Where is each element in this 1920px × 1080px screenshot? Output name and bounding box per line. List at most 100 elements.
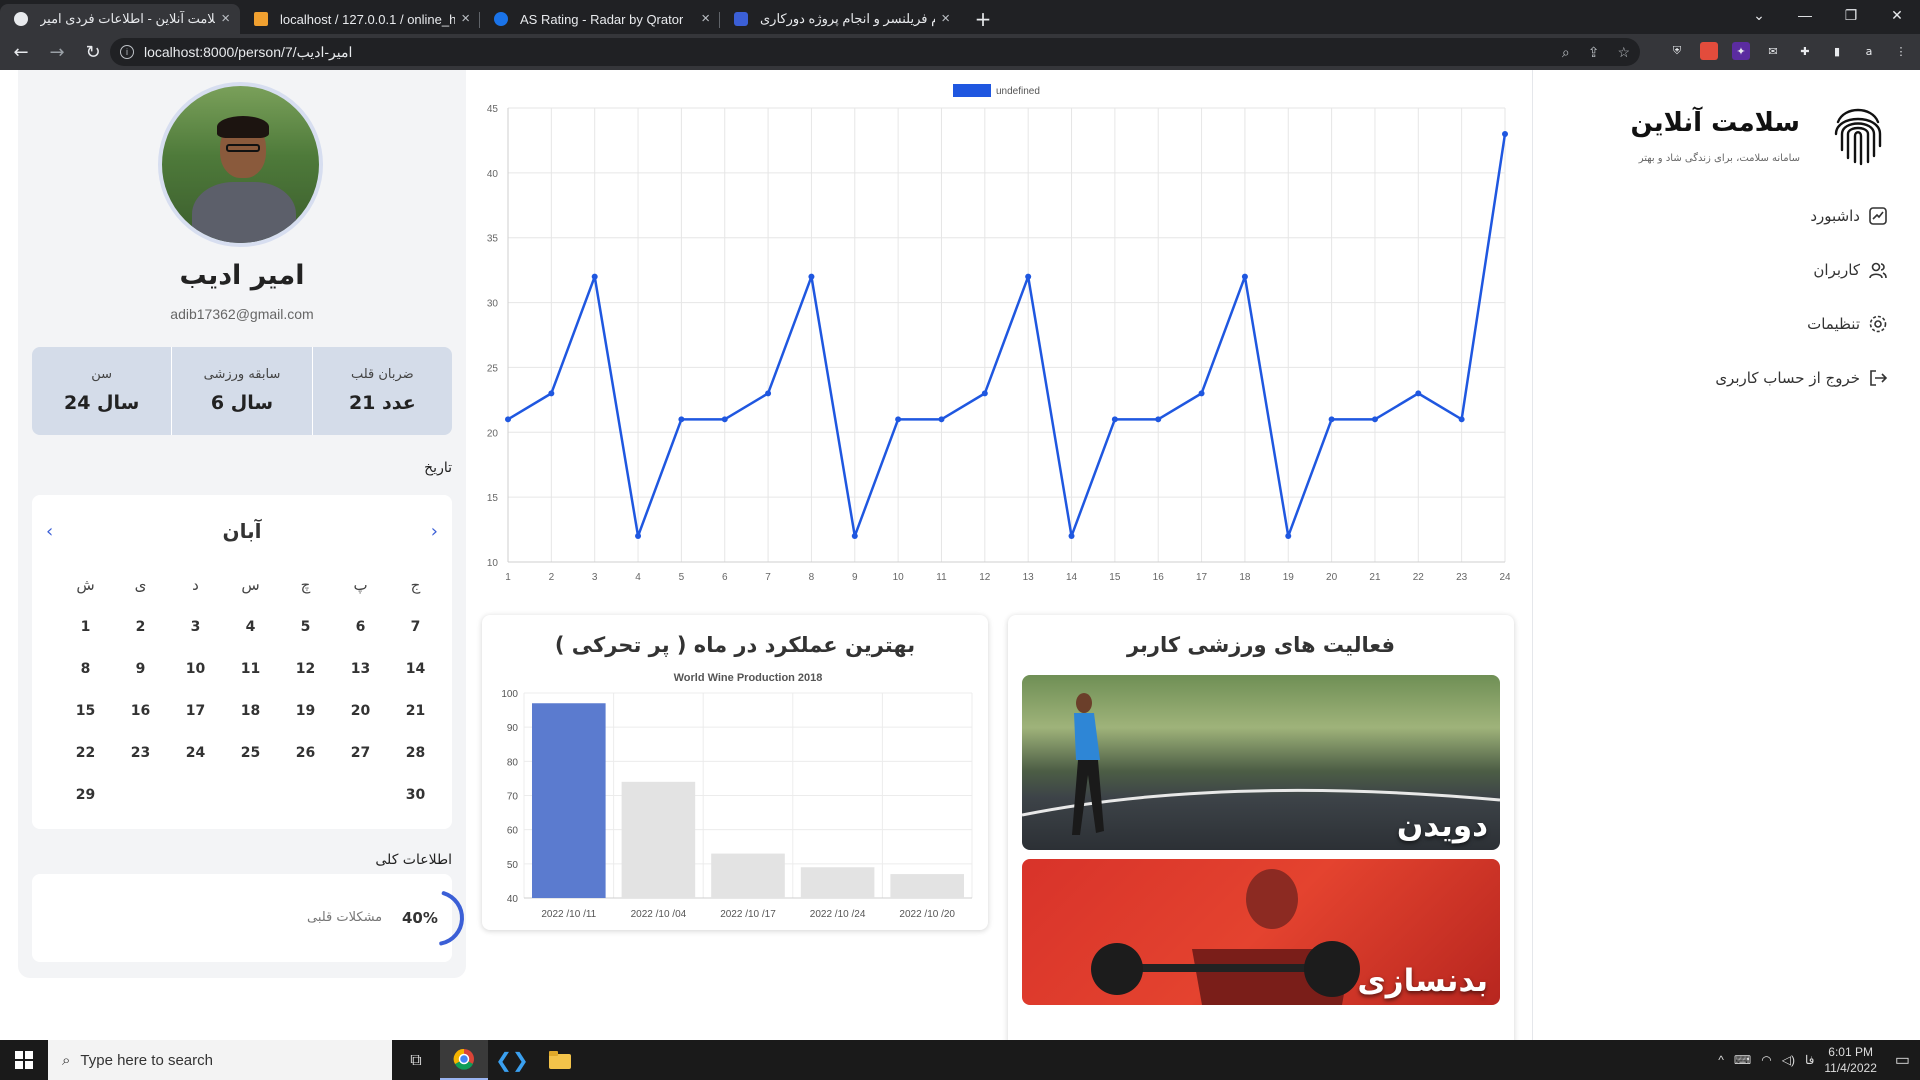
- bookmark-star-icon[interactable]: ☆: [1617, 44, 1630, 61]
- sidebar-item-settings[interactable]: تنظیمات: [1807, 314, 1888, 334]
- bar-chart-title: World Wine Production 2018: [674, 673, 823, 684]
- chevron-right-icon[interactable]: ›: [431, 521, 438, 542]
- data-point: [678, 416, 685, 423]
- volume-icon[interactable]: ◁): [1782, 1053, 1795, 1067]
- calendar-day[interactable]: 1: [58, 615, 113, 640]
- data-point: [1111, 416, 1118, 423]
- reload-icon[interactable]: ↻: [78, 37, 108, 67]
- system-tray: ^ ⌨ ◠ ◁) فا 6:01 PM 11/4/2022 ▭: [1718, 1040, 1910, 1080]
- network-icon[interactable]: ⌨: [1734, 1053, 1751, 1067]
- side-panel-icon[interactable]: ▮: [1828, 42, 1846, 60]
- close-tab-icon[interactable]: ×: [461, 10, 470, 27]
- restore-button[interactable]: ❐: [1828, 0, 1874, 30]
- browser-tab[interactable]: سلامت آنلاین - اطلاعات فردی امیر ×: [0, 4, 240, 34]
- calendar-day[interactable]: 26: [278, 741, 333, 766]
- calendar-day[interactable]: 11: [223, 657, 278, 682]
- calendar-day[interactable]: 29: [58, 783, 113, 808]
- language-indicator[interactable]: فا: [1805, 1053, 1814, 1067]
- mail-extension-icon[interactable]: ✉: [1764, 42, 1782, 60]
- sidebar-item-users[interactable]: کاربران: [1813, 260, 1888, 280]
- site-info-icon[interactable]: i: [120, 45, 134, 59]
- notifications-icon[interactable]: ▭: [1895, 1050, 1910, 1070]
- bar: [800, 867, 875, 898]
- calendar-day[interactable]: 20: [333, 699, 388, 724]
- shield-extension-icon[interactable]: ⛨: [1668, 42, 1686, 60]
- close-window-button[interactable]: ✕: [1874, 0, 1920, 30]
- close-tab-icon[interactable]: ×: [221, 10, 230, 27]
- calendar-day[interactable]: 23: [113, 741, 168, 766]
- running-image[interactable]: دویدن: [1022, 675, 1500, 850]
- calendar-day[interactable]: 16: [113, 699, 168, 724]
- browser-tab[interactable]: AS Rating - Radar by Qrator ×: [480, 4, 720, 34]
- file-explorer-icon[interactable]: [536, 1040, 584, 1080]
- chevron-up-icon[interactable]: ^: [1718, 1053, 1724, 1067]
- sidebar-item-logout[interactable]: خروج از حساب کاربری: [1715, 368, 1888, 388]
- bodybuilding-image[interactable]: بدنسازی: [1022, 859, 1500, 1005]
- browser-tab[interactable]: استخدام فریلنسر و انجام پروژه دورکاری ×: [720, 4, 960, 34]
- calendar-day[interactable]: 6: [333, 615, 388, 640]
- calendar-day[interactable]: 3: [168, 615, 223, 640]
- zoom-icon[interactable]: ⌕: [1562, 44, 1570, 61]
- kebab-menu-icon[interactable]: ⋮: [1892, 42, 1910, 60]
- wifi-icon[interactable]: ◠: [1761, 1053, 1771, 1067]
- calendar-day[interactable]: 21: [388, 699, 443, 724]
- close-tab-icon[interactable]: ×: [701, 10, 710, 27]
- calendar-day[interactable]: 18: [223, 699, 278, 724]
- calendar-day[interactable]: 25: [223, 741, 278, 766]
- taskbar-search-input[interactable]: ⌕ Type here to search: [48, 1040, 392, 1080]
- new-tab-button[interactable]: +: [968, 4, 998, 34]
- weekday-label: ش: [76, 576, 95, 594]
- minimize-button[interactable]: —: [1782, 0, 1828, 30]
- data-point: [895, 416, 902, 423]
- calendar-day[interactable]: 13: [333, 657, 388, 682]
- calendar-day[interactable]: 4: [223, 615, 278, 640]
- data-point: [1155, 416, 1162, 423]
- data-point: [981, 390, 988, 397]
- calendar-day[interactable]: 30: [388, 783, 443, 808]
- brand-title[interactable]: سلامت آنلاین: [1630, 108, 1800, 138]
- close-tab-icon[interactable]: ×: [941, 10, 950, 27]
- calendar-day[interactable]: 19: [278, 699, 333, 724]
- data-point: [1502, 130, 1508, 137]
- browser-tab[interactable]: localhost / 127.0.0.1 / online_hea ×: [240, 4, 480, 34]
- puzzle-icon[interactable]: ✚: [1796, 42, 1814, 60]
- profile-avatar[interactable]: a: [1860, 42, 1878, 60]
- calendar-day[interactable]: 9: [113, 657, 168, 682]
- x-tick-label: 21: [1369, 572, 1381, 583]
- calendar-day[interactable]: 2: [113, 615, 168, 640]
- calendar-day[interactable]: 12: [278, 657, 333, 682]
- x-tick-label: 8: [809, 572, 815, 583]
- extension-badge-icon[interactable]: ✦: [1732, 42, 1750, 60]
- series-line: [507, 133, 1507, 538]
- sidebar-item-dashboard[interactable]: داشبورد: [1810, 206, 1888, 226]
- page-content: امیر ادیب adib17362@gmail.com ضربان قلب …: [0, 70, 1920, 1040]
- task-view-icon[interactable]: ⧉: [392, 1040, 440, 1080]
- clock[interactable]: 6:01 PM 11/4/2022: [1824, 1044, 1877, 1076]
- fingerprint-logo-icon: [1834, 108, 1882, 166]
- calendar-day[interactable]: 5: [278, 615, 333, 640]
- back-arrow-icon[interactable]: ←: [6, 37, 36, 67]
- data-point: [505, 416, 511, 423]
- calendar-day[interactable]: 24: [168, 741, 223, 766]
- forward-arrow-icon[interactable]: →: [42, 37, 72, 67]
- clock-date: 11/4/2022: [1824, 1061, 1877, 1075]
- calendar-day[interactable]: 28: [388, 741, 443, 766]
- calendar-day[interactable]: 15: [58, 699, 113, 724]
- tab-search-icon[interactable]: ⌄: [1736, 0, 1782, 30]
- x-tick-label: 1: [505, 572, 511, 583]
- chrome-icon[interactable]: [440, 1040, 488, 1080]
- address-bar[interactable]: i localhost:8000/person/7/امیر-ادیب ⌕ ⇪ …: [110, 38, 1640, 66]
- extension-icon[interactable]: [1700, 42, 1718, 60]
- y-tick-label: 80: [507, 757, 519, 768]
- calendar-day[interactable]: 22: [58, 741, 113, 766]
- calendar-day[interactable]: 17: [168, 699, 223, 724]
- windows-start-icon[interactable]: [0, 1040, 48, 1080]
- calendar-day[interactable]: 7: [388, 615, 443, 640]
- vscode-icon[interactable]: ❮❯: [488, 1040, 536, 1080]
- calendar-day[interactable]: 14: [388, 657, 443, 682]
- share-icon[interactable]: ⇪: [1588, 44, 1600, 61]
- calendar-day[interactable]: 8: [58, 657, 113, 682]
- y-tick-label: 35: [487, 234, 499, 245]
- calendar-day[interactable]: 10: [168, 657, 223, 682]
- calendar-day[interactable]: 27: [333, 741, 388, 766]
